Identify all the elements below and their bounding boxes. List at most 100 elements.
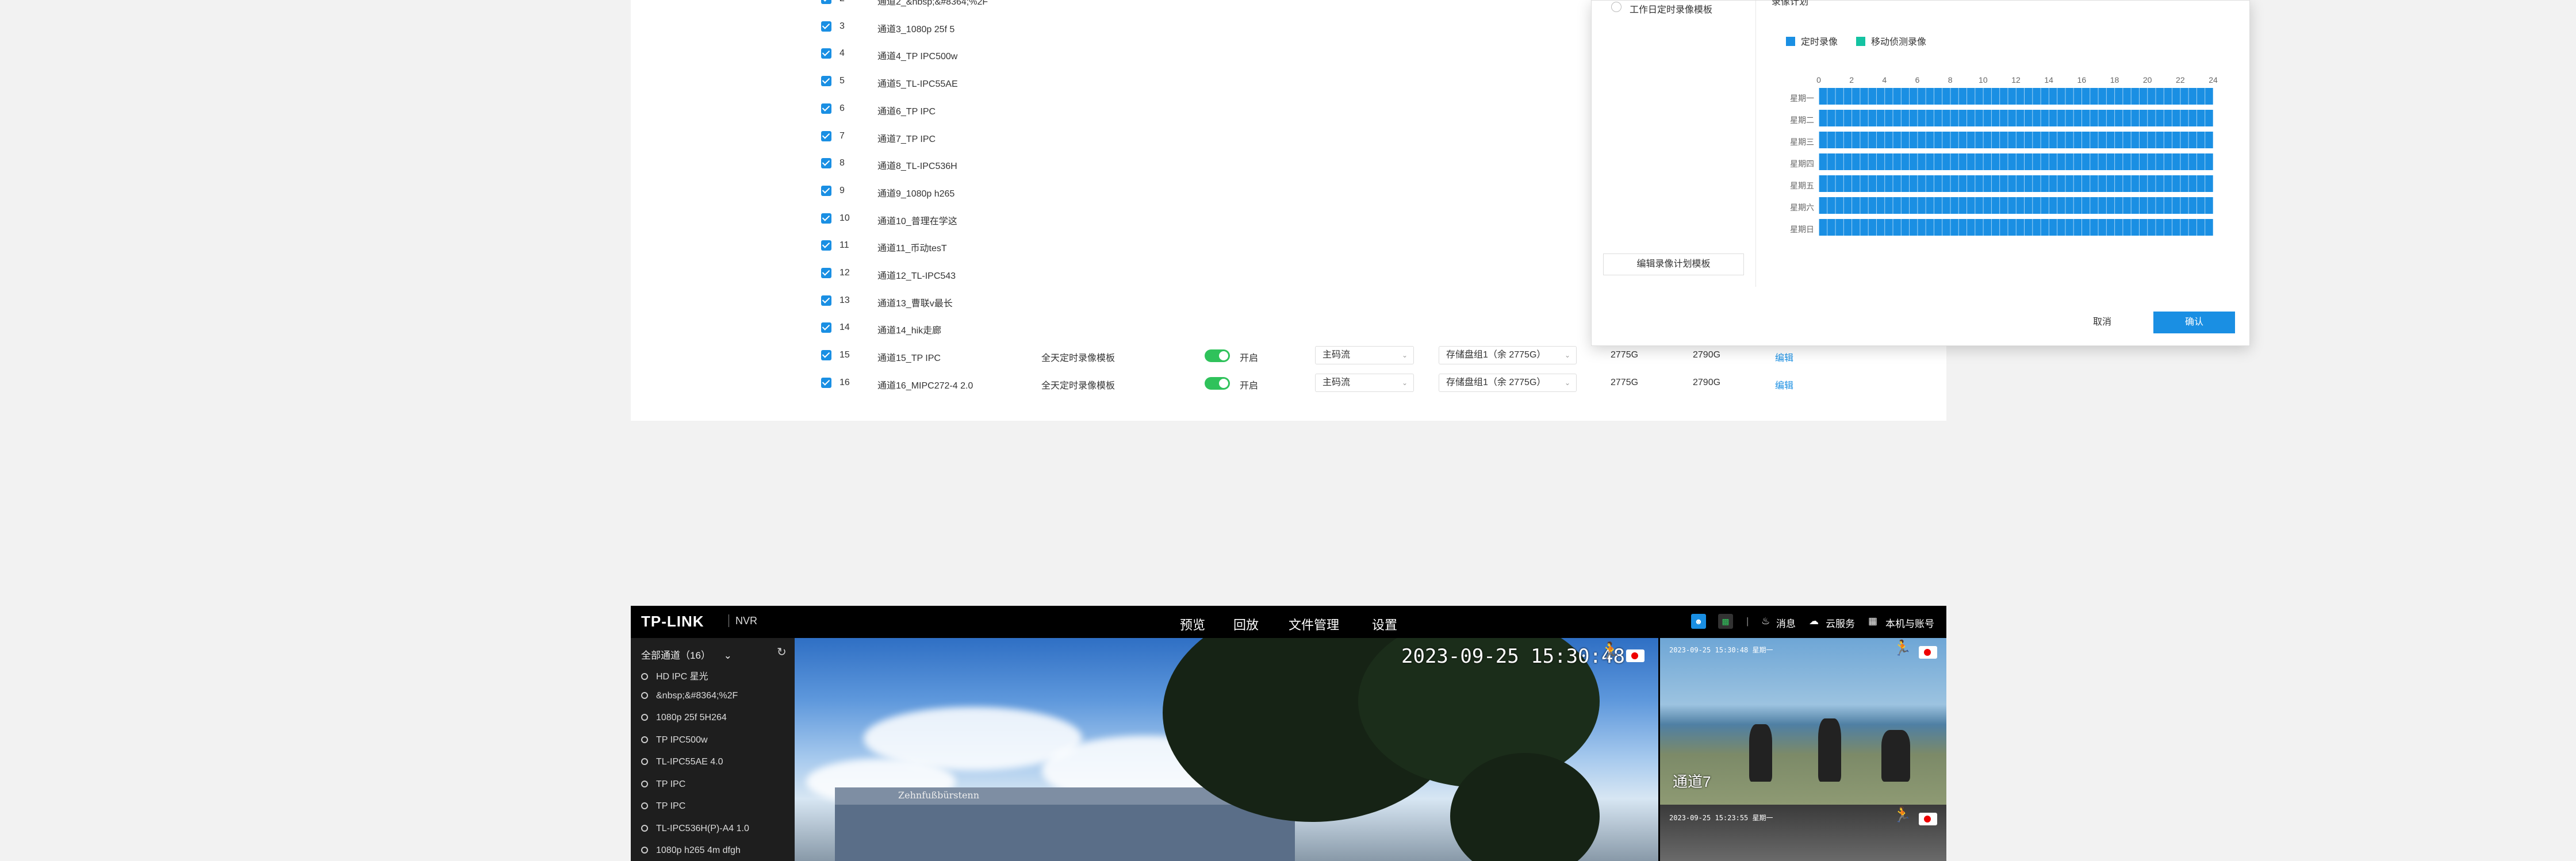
edit-plan-template-button[interactable]: 编辑录像计划模板	[1603, 253, 1744, 275]
stream-select[interactable]: 主码流 ⌄	[1315, 346, 1414, 365]
channel-number: 14	[839, 322, 850, 333]
stream-select[interactable]: 主码流 ⌄	[1315, 373, 1414, 392]
hour-tick-label: 0	[1816, 75, 1821, 84]
chevron-down-icon: ⌄	[1564, 351, 1570, 360]
channel-number: 2	[839, 0, 845, 4]
row-checkbox[interactable]	[821, 295, 831, 306]
nav-settings[interactable]: 设置	[1372, 615, 1397, 633]
disk-group-select[interactable]: 存储盘组1（余 2775G） ⌄	[1439, 373, 1577, 392]
messages-link[interactable]: 消息	[1776, 616, 1796, 630]
capacity-remaining: 2775G	[1611, 377, 1639, 387]
sidebar-channel-item[interactable]: 1080p 25f 5H264	[641, 713, 727, 723]
channel-number: 15	[839, 350, 850, 360]
channel-number: 7	[839, 130, 845, 141]
timed-record-bar[interactable]	[1819, 110, 2213, 126]
disk-group-select[interactable]: 存储盘组1（余 2775G） ⌄	[1439, 346, 1577, 365]
channel-name: 通道13_曹联v最长	[877, 298, 953, 309]
sidebar-channel-item[interactable]: &nbsp;&#8364;%2F	[641, 691, 738, 701]
hour-tick-label: 20	[2142, 75, 2152, 84]
nav-file-manager[interactable]: 文件管理	[1289, 615, 1339, 633]
cancel-button[interactable]: 取消	[2073, 312, 2131, 333]
row-checkbox[interactable]	[821, 76, 831, 87]
template-radio[interactable]	[1611, 2, 1621, 12]
channel-name: 通道6_TP IPC	[877, 106, 936, 117]
sidebar-channel-item[interactable]: TL-IPC536H(P)-A4 1.0	[641, 824, 749, 834]
channel-view-2[interactable]: 2023-09-25 15:23:55 星期一 🏃	[1660, 805, 1946, 861]
row-checkbox[interactable]	[821, 350, 831, 361]
timed-record-bar[interactable]	[1819, 88, 2213, 105]
seated-person-figure	[1881, 730, 1910, 782]
channel-number: 16	[839, 377, 850, 387]
day-label: 星期五	[1790, 181, 1814, 190]
sidebar-channel-item[interactable]: TL-IPC55AE 4.0	[641, 757, 723, 767]
sidebar-channel-item[interactable]: HD IPC 星光	[641, 668, 708, 682]
timed-record-bar[interactable]	[1819, 132, 2213, 148]
camera-icon	[641, 824, 648, 832]
timed-record-bar[interactable]	[1819, 175, 2213, 192]
day-row: 星期三	[1790, 132, 2213, 153]
refresh-icon[interactable]: ↻	[777, 645, 787, 659]
top-bar: TP-LINK NVR 预览 回放 文件管理 设置 ☻ ▩ | ♨ 消息 ☁ 云…	[631, 606, 1946, 638]
row-checkbox[interactable]	[821, 48, 831, 59]
row-checkbox[interactable]	[821, 0, 831, 4]
hour-tick-label: 12	[2011, 75, 2021, 84]
row-checkbox[interactable]	[821, 240, 831, 251]
signal-icon[interactable]: ▩	[1718, 614, 1733, 629]
day-row: 星期六	[1790, 197, 2213, 219]
channel-number: 9	[839, 185, 845, 195]
row-checkbox[interactable]	[821, 322, 831, 333]
hour-tick-label: 4	[1882, 75, 1887, 84]
table-row: 15 通道15_TP IPC 全天定时录像模板 开启 主码流 ⌄ 存储盘组1（余 2775G…	[631, 342, 1946, 370]
sidebar-channel-item[interactable]: TP IPC	[641, 801, 685, 812]
edit-link[interactable]: 编辑	[1775, 350, 1793, 364]
channel-number: 12	[839, 268, 850, 278]
row-checkbox[interactable]	[821, 213, 831, 224]
schedule-grid[interactable]: 0 2 4 6 8 10 12 14 16 18 20 22 24 星期一 星期二 星期三 星期四 星期五 星期六…	[1790, 75, 2218, 241]
nav-preview[interactable]: 预览	[1180, 615, 1205, 633]
capacity-total: 2790G	[1693, 350, 1721, 360]
channel-number: 5	[839, 76, 845, 86]
template-list: 工作日定时录像模板 编辑录像计划模板	[1592, 1, 1756, 287]
row-checkbox[interactable]	[821, 103, 831, 114]
grid-icon[interactable]: ▦	[1868, 616, 1877, 627]
cloud-icon[interactable]: ☁	[1809, 616, 1819, 627]
channel-number: 4	[839, 48, 845, 59]
sidebar-channel-item[interactable]: TP IPC	[641, 779, 685, 790]
cloud-service-link[interactable]: 云服务	[1826, 616, 1855, 630]
sidebar-channel-item[interactable]: TP IPC500w	[641, 735, 708, 745]
nav-playback[interactable]: 回放	[1233, 615, 1259, 633]
channel-7-view[interactable]: 2023-09-25 15:30:48 星期一 🏃 通道7	[1660, 638, 1946, 805]
camera-icon	[641, 691, 648, 699]
record-template[interactable]: 全天定时录像模板	[1041, 350, 1115, 364]
timed-record-bar[interactable]	[1819, 197, 2213, 214]
channel-name: 通道7_TP IPC	[877, 134, 936, 144]
hour-tick-label: 14	[2044, 75, 2053, 84]
confirm-button[interactable]: 确认	[2153, 312, 2235, 333]
channel-7-label: 通道7	[1673, 773, 1711, 790]
all-channels-header[interactable]: 全部通道（16） ⌄	[641, 647, 732, 662]
table-row: 16 通道16_MIPC272-4 2.0 全天定时录像模板 开启 主码流 ⌄ 存储盘组1（…	[631, 370, 1946, 397]
row-checkbox[interactable]	[821, 158, 831, 169]
local-account-link[interactable]: 本机与账号	[1885, 616, 1934, 630]
user-icon[interactable]: ☻	[1691, 614, 1706, 629]
row-checkbox[interactable]	[821, 130, 831, 141]
day-label: 星期二	[1790, 116, 1814, 125]
channel-number: 10	[839, 213, 850, 223]
sidebar-channel-item[interactable]: 1080p h265 4m dfgh	[641, 845, 741, 856]
row-checkbox[interactable]	[821, 185, 831, 196]
main-video-view[interactable]: Zehnfußbürstenn 2023-09-25 15:30:48 🏃	[795, 638, 1658, 861]
record-toggle[interactable]	[1205, 349, 1230, 363]
row-checkbox[interactable]	[821, 21, 831, 32]
row-checkbox[interactable]	[821, 377, 831, 388]
nvr-live-view: TP-LINK NVR 预览 回放 文件管理 设置 ☻ ▩ | ♨ 消息 ☁ 云…	[631, 606, 1946, 861]
channel-number: 6	[839, 103, 845, 113]
timed-record-bar[interactable]	[1819, 219, 2213, 236]
record-toggle[interactable]	[1205, 376, 1230, 390]
day-label: 星期六	[1790, 203, 1814, 212]
edit-link[interactable]: 编辑	[1775, 378, 1793, 391]
timed-record-bar[interactable]	[1819, 153, 2213, 170]
record-template[interactable]: 全天定时录像模板	[1041, 378, 1115, 391]
row-checkbox[interactable]	[821, 268, 831, 278]
bell-icon[interactable]: ♨	[1761, 616, 1770, 627]
tp-link-logo: TP-LINK	[641, 613, 704, 630]
